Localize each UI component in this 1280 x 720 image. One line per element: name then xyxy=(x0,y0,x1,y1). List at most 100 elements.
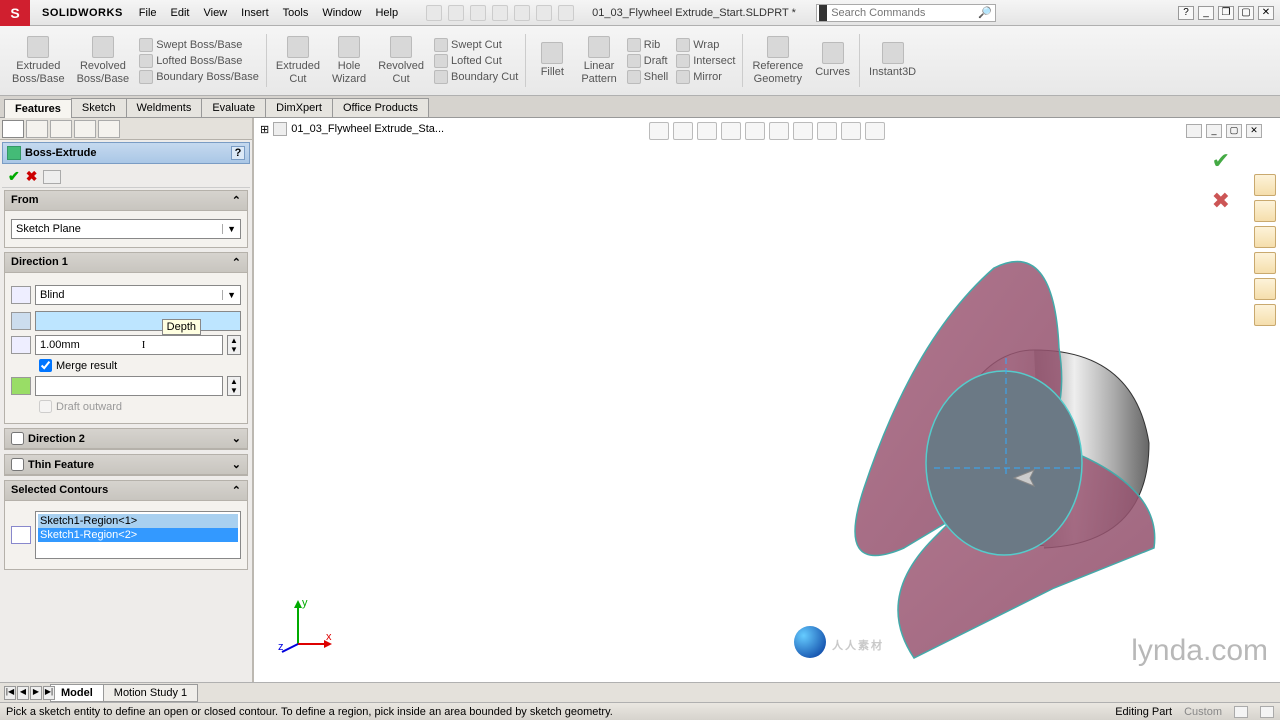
pm-cancel-button[interactable]: ✖ xyxy=(26,168,38,185)
status-unit[interactable]: Custom xyxy=(1184,706,1222,718)
curves-button[interactable]: Curves xyxy=(809,28,856,93)
graphics-viewport[interactable]: ⊞ 01_03_Flywheel Extrude_Sta... _ ▢ ✕ ✔ … xyxy=(254,118,1280,692)
draft-outward-checkbox[interactable]: Draft outward xyxy=(39,400,241,413)
qat-open-icon[interactable] xyxy=(448,5,464,21)
qat-save-icon[interactable] xyxy=(470,5,486,21)
custom-props-tab-icon[interactable] xyxy=(1254,304,1276,326)
pm-ok-button[interactable]: ✔ xyxy=(8,168,20,185)
status-icon-2[interactable] xyxy=(1260,706,1274,718)
ref-geometry-button[interactable]: ReferenceGeometry xyxy=(746,28,809,93)
appearances-tab-icon[interactable] xyxy=(1254,278,1276,300)
tree-expand-icon[interactable]: ⊞ xyxy=(260,123,269,136)
prev-view-icon[interactable] xyxy=(697,122,717,140)
next-tab-icon[interactable]: ▶ xyxy=(30,686,42,700)
qat-print-icon[interactable] xyxy=(492,5,508,21)
collapse-icon[interactable]: ⌃ xyxy=(232,256,241,269)
end-condition-dropdown[interactable]: Blind▼ xyxy=(35,285,241,305)
rib-button[interactable]: Rib xyxy=(627,38,668,52)
swept-cut-button[interactable]: Swept Cut xyxy=(434,38,518,52)
corner-ok-button[interactable]: ✔ xyxy=(1212,148,1230,174)
mirror-button[interactable]: Mirror xyxy=(676,70,735,84)
minimize-icon[interactable]: _ xyxy=(1198,6,1214,20)
vp-link-icon[interactable] xyxy=(1186,124,1202,138)
status-icon-1[interactable] xyxy=(1234,706,1248,718)
display-manager-tab-icon[interactable] xyxy=(98,120,120,138)
maximize-icon[interactable]: ▢ xyxy=(1238,6,1254,20)
zoom-area-icon[interactable] xyxy=(673,122,693,140)
vp-close-icon[interactable]: ✕ xyxy=(1246,124,1262,138)
corner-cancel-button[interactable]: ✖ xyxy=(1212,188,1230,214)
tab-office[interactable]: Office Products xyxy=(332,98,429,117)
revolved-cut-button[interactable]: RevolvedCut xyxy=(372,28,430,93)
motion-study-tab[interactable]: Motion Study 1 xyxy=(103,684,198,702)
contour-item-1[interactable]: Sketch1-Region<1> xyxy=(38,514,238,528)
qat-undo-icon[interactable] xyxy=(514,5,530,21)
tab-sketch[interactable]: Sketch xyxy=(71,98,127,117)
hide-show-icon[interactable] xyxy=(793,122,813,140)
shell-button[interactable]: Shell xyxy=(627,70,668,84)
draft-field[interactable] xyxy=(35,376,223,396)
revolved-boss-button[interactable]: RevolvedBoss/Base xyxy=(71,28,136,93)
property-manager-tab-icon[interactable] xyxy=(26,120,48,138)
tab-evaluate[interactable]: Evaluate xyxy=(201,98,266,117)
depth-spinner[interactable]: ▲▼ xyxy=(227,335,241,355)
search-glass-icon[interactable]: 🔎 xyxy=(975,6,995,19)
vp-min-icon[interactable]: _ xyxy=(1206,124,1222,138)
lofted-cut-button[interactable]: Lofted Cut xyxy=(434,54,518,68)
search-commands[interactable]: 🔎 xyxy=(816,4,996,22)
tab-dimxpert[interactable]: DimXpert xyxy=(265,98,333,117)
dimxpert-manager-tab-icon[interactable] xyxy=(74,120,96,138)
section-view-icon[interactable] xyxy=(721,122,741,140)
qat-rebuild-icon[interactable] xyxy=(536,5,552,21)
boundary-cut-button[interactable]: Boundary Cut xyxy=(434,70,518,84)
contour-item-2[interactable]: Sketch1-Region<2> xyxy=(38,528,238,542)
tab-weldments[interactable]: Weldments xyxy=(126,98,203,117)
view-palette-tab-icon[interactable] xyxy=(1254,252,1276,274)
fillet-button[interactable]: Fillet xyxy=(529,28,575,93)
restore-icon[interactable]: ❐ xyxy=(1218,6,1234,20)
prev-tab-icon[interactable]: ◀ xyxy=(17,686,29,700)
from-dropdown[interactable]: Sketch Plane▼ xyxy=(11,219,241,239)
zoom-fit-icon[interactable] xyxy=(649,122,669,140)
pm-thin-group[interactable]: Thin Feature⌄ xyxy=(4,454,248,476)
instant3d-button[interactable]: Instant3D xyxy=(863,28,922,93)
feature-manager-tab-icon[interactable] xyxy=(2,120,24,138)
swept-boss-button[interactable]: Swept Boss/Base xyxy=(139,38,259,52)
expand-icon[interactable]: ⌄ xyxy=(232,458,241,471)
lofted-boss-button[interactable]: Lofted Boss/Base xyxy=(139,54,259,68)
edit-appearance-icon[interactable] xyxy=(817,122,837,140)
menu-edit[interactable]: Edit xyxy=(171,7,190,19)
view-triad[interactable]: y x z xyxy=(278,594,338,654)
menu-window[interactable]: Window xyxy=(322,7,361,19)
expand-icon[interactable]: ⌄ xyxy=(232,432,241,445)
file-explorer-tab-icon[interactable] xyxy=(1254,226,1276,248)
last-tab-icon[interactable]: ▶| xyxy=(43,686,55,700)
reverse-direction-icon[interactable] xyxy=(11,286,31,304)
first-tab-icon[interactable]: |◀ xyxy=(4,686,16,700)
close-icon[interactable]: ✕ xyxy=(1258,6,1274,20)
qat-new-icon[interactable] xyxy=(426,5,442,21)
extruded-cut-button[interactable]: ExtrudedCut xyxy=(270,28,326,93)
wrap-button[interactable]: Wrap xyxy=(676,38,735,52)
draft-spinner[interactable]: ▲▼ xyxy=(227,376,241,396)
config-manager-tab-icon[interactable] xyxy=(50,120,72,138)
pm-help-icon[interactable]: ? xyxy=(231,146,245,160)
collapse-icon[interactable]: ⌃ xyxy=(232,484,241,497)
search-input[interactable] xyxy=(829,7,975,19)
linear-pattern-button[interactable]: LinearPattern xyxy=(575,28,622,93)
direction-vector-icon[interactable] xyxy=(11,312,31,330)
resources-tab-icon[interactable] xyxy=(1254,174,1276,196)
model-tab[interactable]: Model xyxy=(50,684,104,702)
depth-input[interactable]: 1.00mmI xyxy=(35,335,223,355)
vp-max-icon[interactable]: ▢ xyxy=(1226,124,1242,138)
pm-direction2-group[interactable]: Direction 2⌄ xyxy=(4,428,248,450)
help-icon[interactable]: ? xyxy=(1178,6,1194,20)
qat-options-icon[interactable] xyxy=(558,5,574,21)
menu-file[interactable]: File xyxy=(139,7,157,19)
menu-help[interactable]: Help xyxy=(375,7,398,19)
menu-insert[interactable]: Insert xyxy=(241,7,269,19)
collapse-icon[interactable]: ⌃ xyxy=(232,194,241,207)
hole-wizard-button[interactable]: HoleWizard xyxy=(326,28,372,93)
boundary-boss-button[interactable]: Boundary Boss/Base xyxy=(139,70,259,84)
pm-preview-icon[interactable] xyxy=(43,170,61,184)
